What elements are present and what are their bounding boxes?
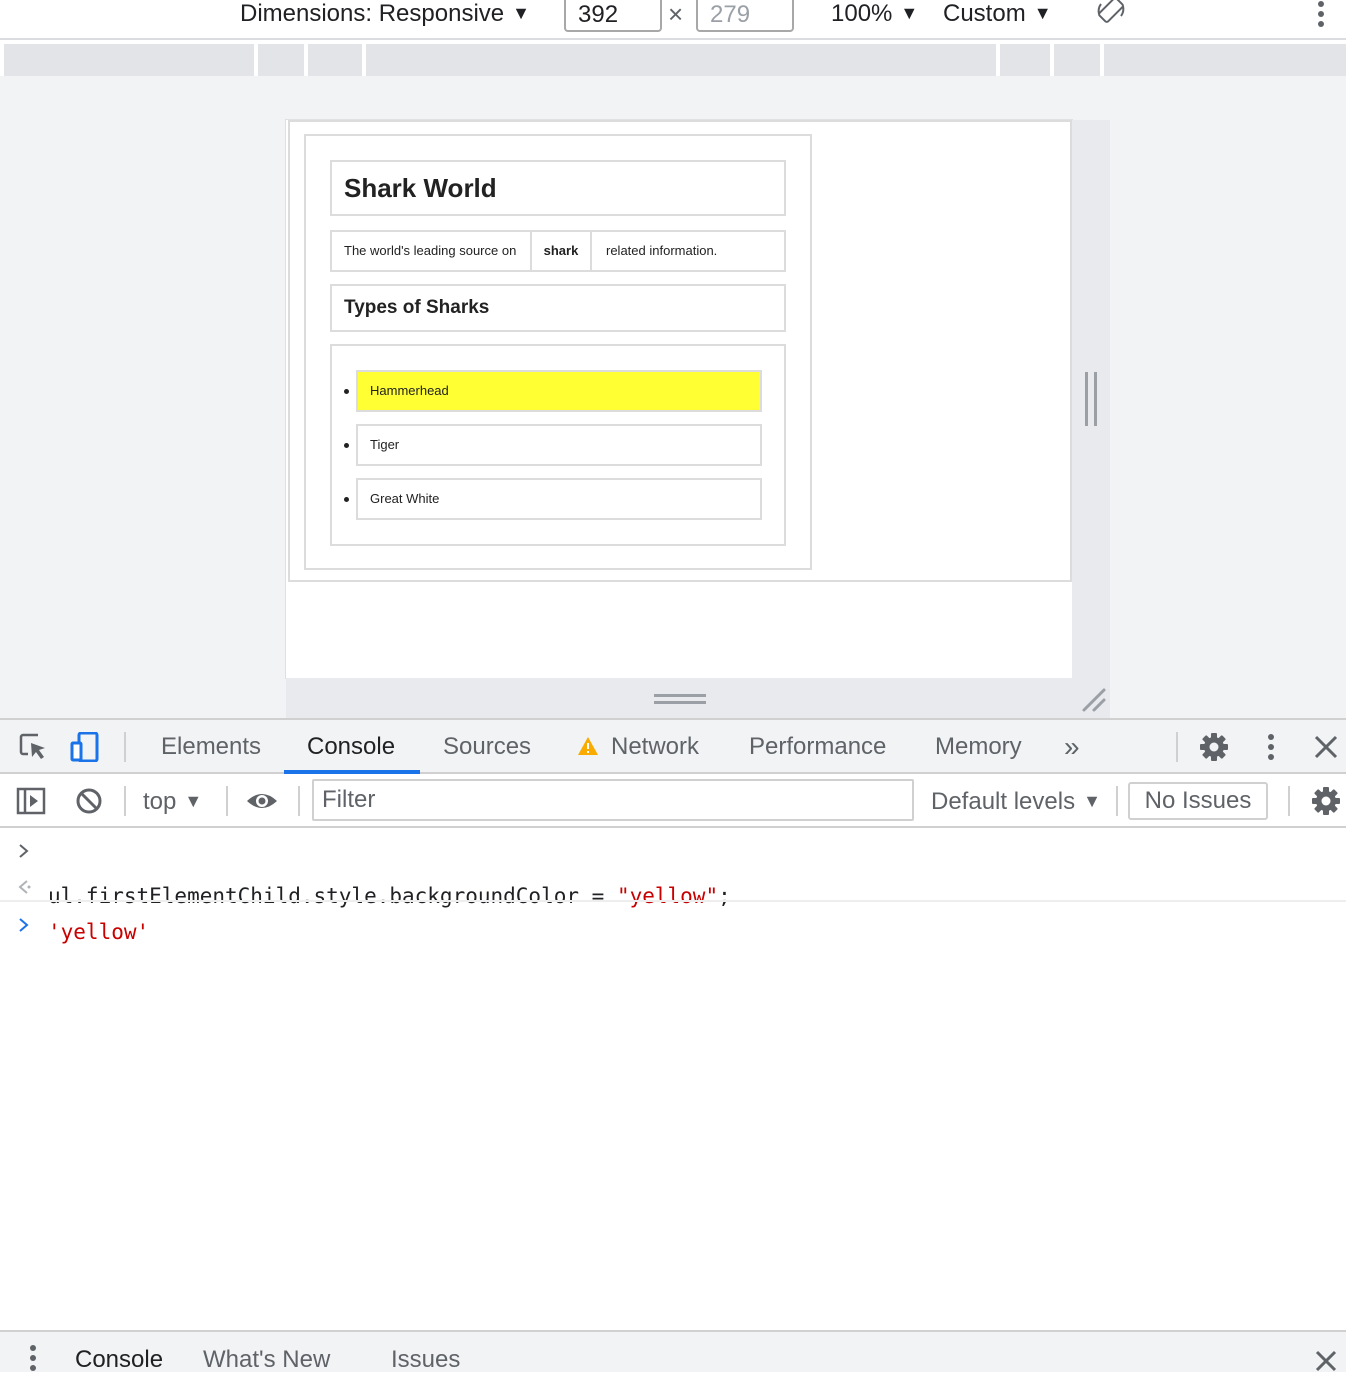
settings-gear-icon[interactable] <box>1199 732 1229 762</box>
console-output: ul.firstElementChild.style.backgroundCol… <box>0 828 1346 1330</box>
chevron-down-icon: ▼ <box>512 3 530 23</box>
close-drawer-icon[interactable] <box>1313 1348 1339 1374</box>
width-input[interactable]: 392 <box>564 0 662 32</box>
device-toolbar-icon[interactable] <box>70 732 100 762</box>
drawer-tab-issues[interactable]: Issues <box>391 1346 460 1374</box>
media-query-segment[interactable] <box>308 44 362 76</box>
dimensions-label: Dimensions: Responsive <box>240 0 505 27</box>
media-query-bar <box>4 44 1346 76</box>
resize-corner-icon[interactable] <box>1080 686 1108 714</box>
media-query-segment[interactable] <box>366 44 996 76</box>
live-expression-eye-icon[interactable] <box>246 786 278 816</box>
more-tabs-icon[interactable]: » <box>1064 720 1080 774</box>
filter-input[interactable]: Filter <box>312 779 914 821</box>
chevron-down-icon: ▼ <box>900 3 919 23</box>
divider <box>124 732 126 762</box>
issues-button[interactable]: No Issues <box>1128 782 1268 820</box>
clear-console-icon[interactable] <box>74 786 104 816</box>
times-icon: × <box>668 0 684 29</box>
page-subheading: Types of Sharks <box>330 284 786 332</box>
tab-sources[interactable]: Sources <box>443 720 531 774</box>
list-item: Hammerhead <box>344 370 762 412</box>
console-toolbar: top ▼ Filter Default levels ▼ No Issues <box>0 774 1346 828</box>
chevron-down-icon: ▼ <box>184 791 203 811</box>
tab-console[interactable]: Console <box>307 720 395 774</box>
divider <box>0 900 1346 902</box>
media-query-segment[interactable] <box>1104 44 1346 76</box>
page-paragraph: The world's leading source on shark rela… <box>330 230 786 272</box>
drawer-menu-icon[interactable] <box>24 1344 42 1374</box>
resize-handle-bottom[interactable] <box>286 678 1110 718</box>
devtools-tab-bar: Elements Console Sources Network Perform… <box>0 718 1346 774</box>
tab-network[interactable]: Network <box>611 720 699 774</box>
media-query-segment[interactable] <box>258 44 304 76</box>
console-input-line: ul.firstElementChild.style.backgroundCol… <box>0 836 1346 908</box>
rotate-icon[interactable] <box>1096 0 1126 26</box>
tab-performance[interactable]: Performance <box>749 720 886 774</box>
chevron-right-icon <box>19 918 29 932</box>
console-settings-gear-icon[interactable] <box>1311 786 1341 816</box>
throttle-dropdown[interactable]: Custom ▼ <box>943 0 1052 27</box>
more-options-icon[interactable] <box>1312 0 1330 30</box>
paragraph-text-after: related information. <box>606 243 718 258</box>
log-levels-label: Default levels <box>931 788 1076 815</box>
chevron-down-icon: ▼ <box>1033 3 1052 23</box>
return-arrow-icon <box>18 880 31 894</box>
tab-memory[interactable]: Memory <box>935 720 1022 774</box>
list-item: Tiger <box>344 424 762 466</box>
sidebar-toggle-icon[interactable] <box>16 786 46 816</box>
media-query-segment[interactable] <box>1000 44 1050 76</box>
context-label: top <box>143 788 177 815</box>
console-prompt-line[interactable] <box>0 910 1346 936</box>
context-dropdown[interactable]: top ▼ <box>143 774 202 828</box>
resize-handle-right[interactable] <box>1072 120 1110 678</box>
divider <box>1116 786 1118 816</box>
divider <box>226 786 228 816</box>
divider <box>1176 732 1178 762</box>
tab-elements[interactable]: Elements <box>161 720 261 774</box>
divider <box>298 786 300 816</box>
chevron-right-icon <box>19 844 29 858</box>
height-input[interactable]: 279 <box>696 0 794 32</box>
paragraph-text-before: The world's leading source on <box>344 243 517 258</box>
chevron-down-icon: ▼ <box>1083 791 1101 811</box>
divider <box>124 786 126 816</box>
divider <box>1288 786 1290 816</box>
drawer-tab-console[interactable]: Console <box>75 1346 163 1374</box>
zoom-label: 100% <box>831 0 893 27</box>
close-icon[interactable] <box>1311 732 1341 762</box>
log-levels-dropdown[interactable]: Default levels ▼ <box>931 774 1101 828</box>
drawer-tab-whats-new[interactable]: What's New <box>203 1346 330 1374</box>
page-html-element: Shark World The world's leading source o… <box>288 120 1072 582</box>
device-toolbar: Dimensions: Responsive ▼ 392 × 279 100% ▼ … <box>0 0 1346 40</box>
warning-icon <box>578 737 598 755</box>
drawer-tab-bar: Console What's New Issues <box>0 1330 1346 1374</box>
paragraph-strong: shark <box>530 232 592 270</box>
shark-list: Hammerhead Tiger Great White <box>330 344 786 546</box>
media-query-segment[interactable] <box>4 44 254 76</box>
zoom-dropdown[interactable]: 100% ▼ <box>831 0 918 27</box>
list-item: Great White <box>344 478 762 520</box>
device-frame: Shark World The world's leading source o… <box>286 120 1072 678</box>
media-query-segment[interactable] <box>1054 44 1100 76</box>
device-viewport-area: Shark World The world's leading source o… <box>0 76 1346 718</box>
inspect-element-icon[interactable] <box>18 732 48 762</box>
page-heading: Shark World <box>330 160 786 216</box>
throttle-label: Custom <box>943 0 1026 27</box>
dimensions-dropdown[interactable]: Dimensions: Responsive ▼ <box>240 0 530 27</box>
more-options-icon[interactable] <box>1256 732 1286 762</box>
console-result-line: 'yellow' <box>0 872 1346 944</box>
grip-icon <box>654 694 706 704</box>
grip-icon <box>1085 372 1097 426</box>
page-body-element: Shark World The world's leading source o… <box>304 134 812 570</box>
